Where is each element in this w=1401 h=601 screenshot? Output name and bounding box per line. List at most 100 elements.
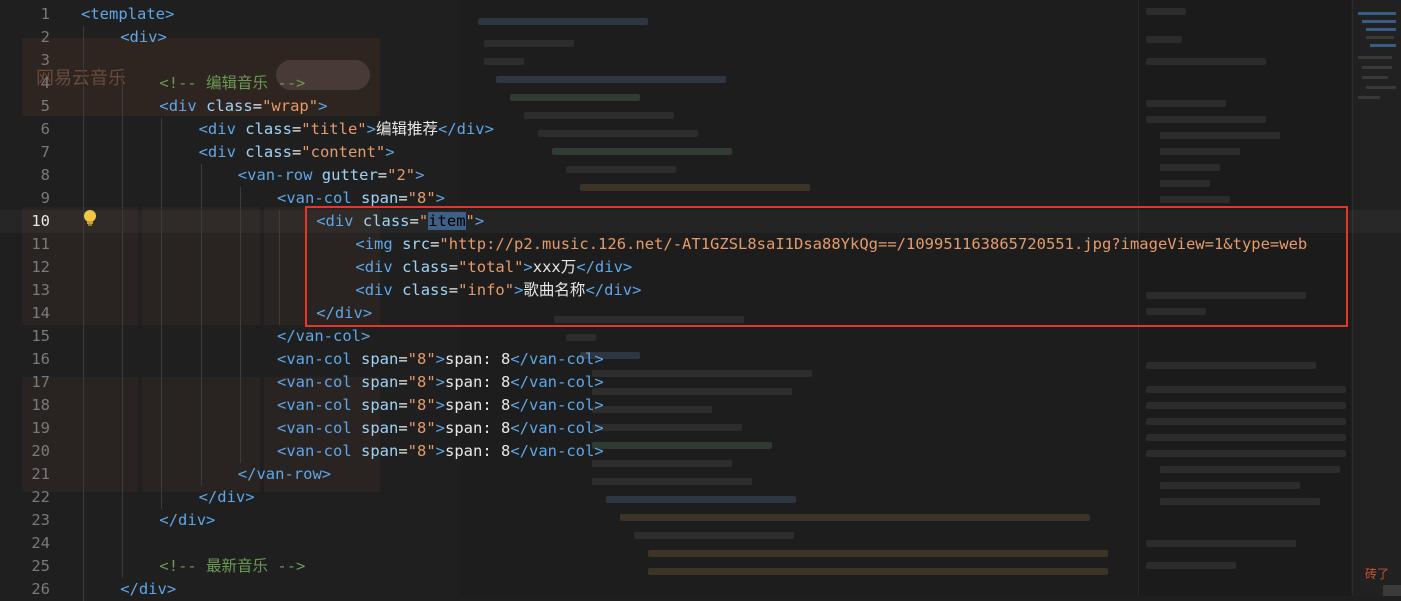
line-number: 26 xyxy=(31,580,50,598)
line-number: 23 xyxy=(31,511,50,529)
line-number: 10 xyxy=(31,212,50,230)
code-token: span: 8 xyxy=(445,442,511,460)
code-text[interactable]: <template> xyxy=(81,3,174,26)
code-token: "8" xyxy=(407,396,436,414)
code-line[interactable]: 5 <div class="wrap"> xyxy=(0,95,1401,118)
code-text[interactable]: <div> xyxy=(120,26,167,49)
code-token: "2" xyxy=(387,166,416,184)
line-number: 18 xyxy=(31,396,50,414)
code-token: = xyxy=(398,442,408,460)
code-token: <div xyxy=(198,120,246,138)
code-text[interactable]: <div class="title">编辑推荐</div> xyxy=(199,118,494,141)
code-token: </div> xyxy=(120,580,177,598)
code-token: span: 8 xyxy=(445,396,511,414)
code-line[interactable]: 7 <div class="content"> xyxy=(0,141,1401,164)
code-token: span xyxy=(361,189,399,207)
code-token: > xyxy=(385,143,395,161)
code-line[interactable]: 8 <van-row gutter="2"> xyxy=(0,164,1401,187)
line-number: 17 xyxy=(31,373,50,391)
code-token: <!-- 编辑音乐 --> xyxy=(159,74,306,92)
code-line[interactable]: 17 <van-col span="8">span: 8</van-col> xyxy=(0,371,1401,394)
code-token: span xyxy=(361,396,399,414)
line-number: 4 xyxy=(40,74,50,92)
code-line[interactable]: 23 </div> xyxy=(0,509,1401,532)
code-line[interactable]: 20 <van-col span="8">span: 8</van-col> xyxy=(0,440,1401,463)
line-number: 12 xyxy=(31,258,50,276)
code-text[interactable]: <van-row gutter="2"> xyxy=(238,164,425,187)
line-number: 13 xyxy=(31,281,50,299)
code-token: </van-col> xyxy=(510,396,604,414)
code-text[interactable]: </van-row> xyxy=(238,463,331,486)
code-line[interactable]: 21 </van-row> xyxy=(0,463,1401,486)
code-token: span: 8 xyxy=(445,350,511,368)
code-token: <van-col xyxy=(277,189,361,207)
line-number: 5 xyxy=(40,97,50,115)
code-text[interactable]: <div class="wrap"> xyxy=(159,95,327,118)
code-token: = xyxy=(398,419,408,437)
line-number: 2 xyxy=(40,28,50,46)
code-token: "8" xyxy=(407,189,436,207)
code-token: > xyxy=(318,97,328,115)
code-line[interactable]: 19 <van-col span="8">span: 8</van-col> xyxy=(0,417,1401,440)
code-token: "content" xyxy=(301,143,386,161)
indent-guide xyxy=(279,210,280,325)
line-number: 1 xyxy=(40,5,50,23)
code-text[interactable]: <div class="content"> xyxy=(199,141,395,164)
code-line[interactable]: 1 <template> xyxy=(0,3,1401,26)
scrollbar-thumb[interactable] xyxy=(1383,585,1401,596)
code-token: </van-col> xyxy=(277,327,371,345)
code-text[interactable]: <van-col span="8">span: 8</van-col> xyxy=(277,440,604,463)
code-token: > xyxy=(435,350,446,368)
code-token: = xyxy=(398,189,408,207)
code-text[interactable]: <!-- 编辑音乐 --> xyxy=(159,72,305,95)
code-line[interactable]: 25 <!-- 最新音乐 --> xyxy=(0,555,1401,578)
code-token: </van-row> xyxy=(237,465,332,483)
line-number: 8 xyxy=(40,166,50,184)
code-line[interactable]: 6 <div class="title">编辑推荐</div> xyxy=(0,118,1401,141)
code-text[interactable]: <van-col span="8">span: 8</van-col> xyxy=(277,371,604,394)
code-token: span xyxy=(361,442,399,460)
line-number: 19 xyxy=(31,419,50,437)
code-text[interactable]: </div> xyxy=(199,486,255,509)
indent-guide xyxy=(122,72,124,578)
code-text[interactable]: <!-- 最新音乐 --> xyxy=(159,555,305,578)
code-token: <template> xyxy=(81,5,175,23)
code-text[interactable]: <van-col span="8">span: 8</van-col> xyxy=(277,394,604,417)
code-token: "8" xyxy=(407,442,436,460)
indent-guide xyxy=(239,187,241,463)
code-line[interactable]: 15 </van-col> xyxy=(0,325,1401,348)
line-number: 6 xyxy=(40,120,50,138)
line-number: 25 xyxy=(31,557,50,575)
code-token: class xyxy=(245,143,292,161)
code-line[interactable]: 2 <div> xyxy=(0,26,1401,49)
line-number: 21 xyxy=(31,465,50,483)
code-line[interactable]: 18 <van-col span="8">span: 8</van-col> xyxy=(0,394,1401,417)
line-number: 20 xyxy=(31,442,50,460)
code-line[interactable]: 3 xyxy=(0,49,1401,72)
code-token: = xyxy=(377,166,388,184)
code-text[interactable]: </div> xyxy=(159,509,215,532)
code-token: > xyxy=(435,396,446,414)
indent-guide xyxy=(83,26,84,601)
line-number: 7 xyxy=(40,143,50,161)
code-text[interactable]: </van-col> xyxy=(277,325,370,348)
line-number: 14 xyxy=(31,304,50,322)
code-token: > xyxy=(435,419,446,437)
code-text[interactable]: </div> xyxy=(120,578,176,601)
code-line[interactable]: 26 </div> xyxy=(0,578,1401,601)
code-line[interactable]: 4 <!-- 编辑音乐 --> xyxy=(0,72,1401,95)
code-token: <van-col xyxy=(277,396,361,414)
code-token: > xyxy=(435,189,446,207)
code-line[interactable]: 22 </div> xyxy=(0,486,1401,509)
line-number: 24 xyxy=(31,534,50,552)
code-line[interactable]: 16 <van-col span="8">span: 8</van-col> xyxy=(0,348,1401,371)
code-token: span: 8 xyxy=(445,419,511,437)
code-token: class xyxy=(245,120,292,138)
code-token: <div xyxy=(198,143,246,161)
code-text[interactable]: <van-col span="8">span: 8</van-col> xyxy=(277,348,604,371)
code-line[interactable]: 24 xyxy=(0,532,1401,555)
code-token: </van-col> xyxy=(510,419,604,437)
code-token: span: 8 xyxy=(445,373,511,391)
code-text[interactable]: <van-col span="8">span: 8</van-col> xyxy=(277,417,604,440)
lightbulb-icon[interactable] xyxy=(82,209,98,227)
